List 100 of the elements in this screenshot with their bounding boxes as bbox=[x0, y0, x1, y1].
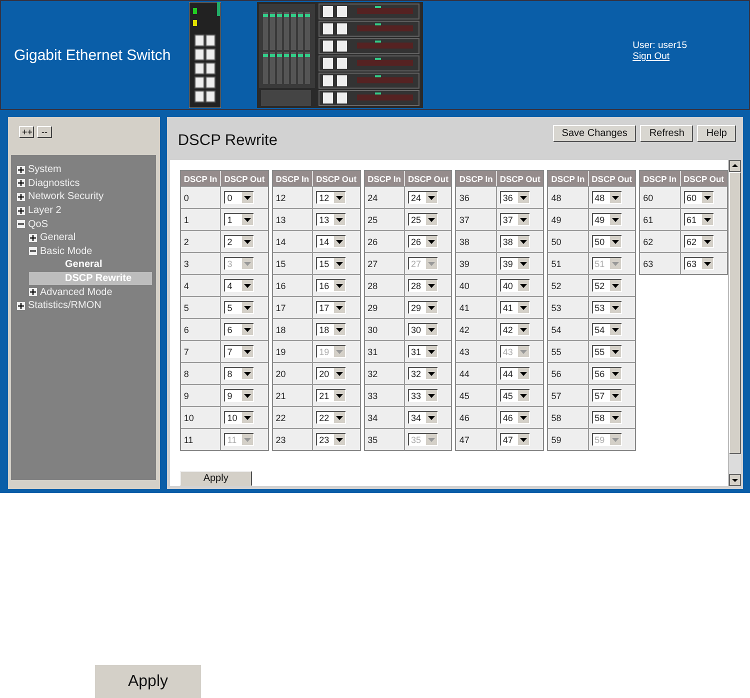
value-dropdown[interactable]: 33 bbox=[408, 389, 438, 402]
table-cell: 22 bbox=[272, 406, 312, 428]
expand-icon[interactable] bbox=[17, 302, 25, 310]
value-dropdown[interactable]: 10 bbox=[224, 411, 254, 424]
value-dropdown[interactable]: 29 bbox=[408, 301, 438, 314]
table-cell: 11 bbox=[180, 428, 220, 450]
value-dropdown[interactable]: 20 bbox=[316, 367, 346, 380]
value-dropdown[interactable]: 25 bbox=[408, 213, 438, 226]
scroll-up-icon[interactable] bbox=[729, 160, 741, 172]
value-dropdown[interactable]: 13 bbox=[316, 213, 346, 226]
expand-icon[interactable] bbox=[29, 288, 37, 296]
dropdown-arrow-icon bbox=[244, 196, 252, 200]
value-dropdown[interactable]: 42 bbox=[500, 323, 530, 336]
value-dropdown[interactable]: 1 bbox=[224, 213, 254, 226]
value-dropdown[interactable]: 63 bbox=[684, 257, 714, 270]
value-dropdown[interactable]: 22 bbox=[316, 411, 346, 424]
value-dropdown[interactable]: 7 bbox=[224, 345, 254, 358]
table-cell: 3 bbox=[180, 252, 220, 274]
scrollbar-thumb[interactable] bbox=[729, 172, 741, 454]
value-dropdown[interactable]: 15 bbox=[316, 257, 346, 270]
tree-item[interactable]: General bbox=[29, 258, 152, 272]
expand-all-button[interactable]: ++ bbox=[19, 126, 34, 138]
dropdown-arrow-icon bbox=[336, 262, 344, 266]
dropdown-arrow-icon bbox=[704, 218, 711, 222]
value-dropdown[interactable]: 41 bbox=[500, 301, 530, 314]
value-dropdown[interactable]: 52 bbox=[592, 279, 622, 292]
value-dropdown[interactable]: 53 bbox=[592, 301, 622, 314]
dropdown-arrow-icon bbox=[244, 394, 252, 398]
expand-icon[interactable] bbox=[17, 166, 25, 174]
value-dropdown[interactable]: 6 bbox=[224, 323, 254, 336]
value-dropdown[interactable]: 46 bbox=[500, 411, 530, 424]
dropdown-arrow-icon bbox=[428, 240, 435, 244]
scroll-down-icon[interactable] bbox=[729, 474, 741, 486]
value-dropdown[interactable]: 4 bbox=[224, 279, 254, 292]
value-dropdown[interactable]: 49 bbox=[592, 213, 622, 226]
value-dropdown[interactable]: 16 bbox=[316, 279, 346, 292]
value-dropdown[interactable]: 14 bbox=[316, 235, 346, 248]
value-dropdown[interactable]: 38 bbox=[500, 235, 530, 248]
value-dropdown[interactable]: 56 bbox=[592, 367, 622, 380]
value-dropdown[interactable]: 30 bbox=[408, 323, 438, 336]
value-dropdown[interactable]: 17 bbox=[316, 301, 346, 314]
value-dropdown[interactable]: 18 bbox=[316, 323, 346, 336]
scrollbar[interactable] bbox=[728, 160, 741, 486]
dropdown-arrow-icon bbox=[428, 306, 435, 310]
value-dropdown[interactable]: 36 bbox=[500, 191, 530, 204]
value-dropdown[interactable]: 58 bbox=[592, 411, 622, 424]
dropdown-arrow-icon bbox=[428, 262, 435, 266]
value-dropdown[interactable]: 55 bbox=[592, 345, 622, 358]
table-cell: 7 bbox=[180, 340, 220, 362]
dropdown-arrow-icon bbox=[612, 218, 619, 222]
value-dropdown[interactable]: 37 bbox=[500, 213, 530, 226]
value-dropdown[interactable]: 9 bbox=[224, 389, 254, 402]
value-dropdown[interactable]: 54 bbox=[592, 323, 622, 336]
value-dropdown[interactable]: 45 bbox=[500, 389, 530, 402]
value-dropdown[interactable]: 48 bbox=[592, 191, 622, 204]
dropdown-arrow-icon bbox=[244, 372, 252, 376]
value-dropdown[interactable]: 0 bbox=[224, 191, 254, 204]
value-dropdown[interactable]: 32 bbox=[408, 367, 438, 380]
value-dropdown[interactable]: 26 bbox=[408, 235, 438, 248]
value-dropdown[interactable]: 31 bbox=[408, 345, 438, 358]
value-dropdown[interactable]: 34 bbox=[408, 411, 438, 424]
value-dropdown[interactable]: 50 bbox=[592, 235, 622, 248]
dropdown-arrow-icon bbox=[244, 328, 252, 332]
table-cell: 27 bbox=[364, 252, 404, 274]
value-dropdown[interactable]: 5 bbox=[224, 301, 254, 314]
value-dropdown[interactable]: 40 bbox=[500, 279, 530, 292]
value-dropdown[interactable]: 47 bbox=[500, 433, 530, 446]
dropdown-arrow-icon bbox=[336, 240, 344, 244]
value-dropdown[interactable]: 61 bbox=[684, 213, 714, 226]
value-dropdown[interactable]: 62 bbox=[684, 235, 714, 248]
table-cell: 2 bbox=[180, 230, 220, 252]
app-title: Gigabit Ethernet Switch bbox=[14, 46, 172, 64]
value-dropdown[interactable]: 60 bbox=[684, 191, 714, 204]
toolbar-button[interactable]: Refresh bbox=[640, 125, 694, 142]
dropdown-arrow-icon bbox=[244, 240, 252, 244]
value-dropdown[interactable]: 57 bbox=[592, 389, 622, 402]
value-dropdown[interactable]: 28 bbox=[408, 279, 438, 292]
expand-icon[interactable] bbox=[17, 192, 25, 201]
apply-button[interactable]: Apply bbox=[180, 471, 252, 486]
value-dropdown[interactable]: 8 bbox=[224, 367, 254, 380]
sign-out-link[interactable]: Sign Out bbox=[632, 51, 687, 62]
value-dropdown[interactable]: 44 bbox=[500, 367, 530, 380]
apply-button[interactable]: Apply bbox=[95, 665, 201, 698]
value-dropdown[interactable]: 12 bbox=[316, 191, 346, 204]
column-header: DSCP Out bbox=[680, 171, 727, 186]
value-dropdown[interactable]: 24 bbox=[408, 191, 438, 204]
expand-icon[interactable] bbox=[17, 206, 25, 215]
value-dropdown[interactable]: 2 bbox=[224, 235, 254, 248]
value-dropdown[interactable]: 21 bbox=[316, 389, 346, 402]
dropdown-arrow-icon bbox=[520, 284, 527, 288]
table-cell: 0 bbox=[180, 186, 220, 208]
collapse-all-button[interactable]: -- bbox=[37, 126, 52, 138]
expand-icon[interactable] bbox=[29, 234, 37, 242]
value-dropdown[interactable]: 23 bbox=[316, 433, 346, 446]
dropdown-arrow-icon bbox=[612, 350, 619, 354]
value-dropdown[interactable]: 39 bbox=[500, 257, 530, 270]
dropdown-arrow-icon bbox=[520, 394, 527, 398]
expand-icon[interactable] bbox=[17, 179, 25, 188]
toolbar-button[interactable]: Help bbox=[697, 125, 736, 142]
toolbar-button[interactable]: Save Changes bbox=[552, 125, 636, 142]
